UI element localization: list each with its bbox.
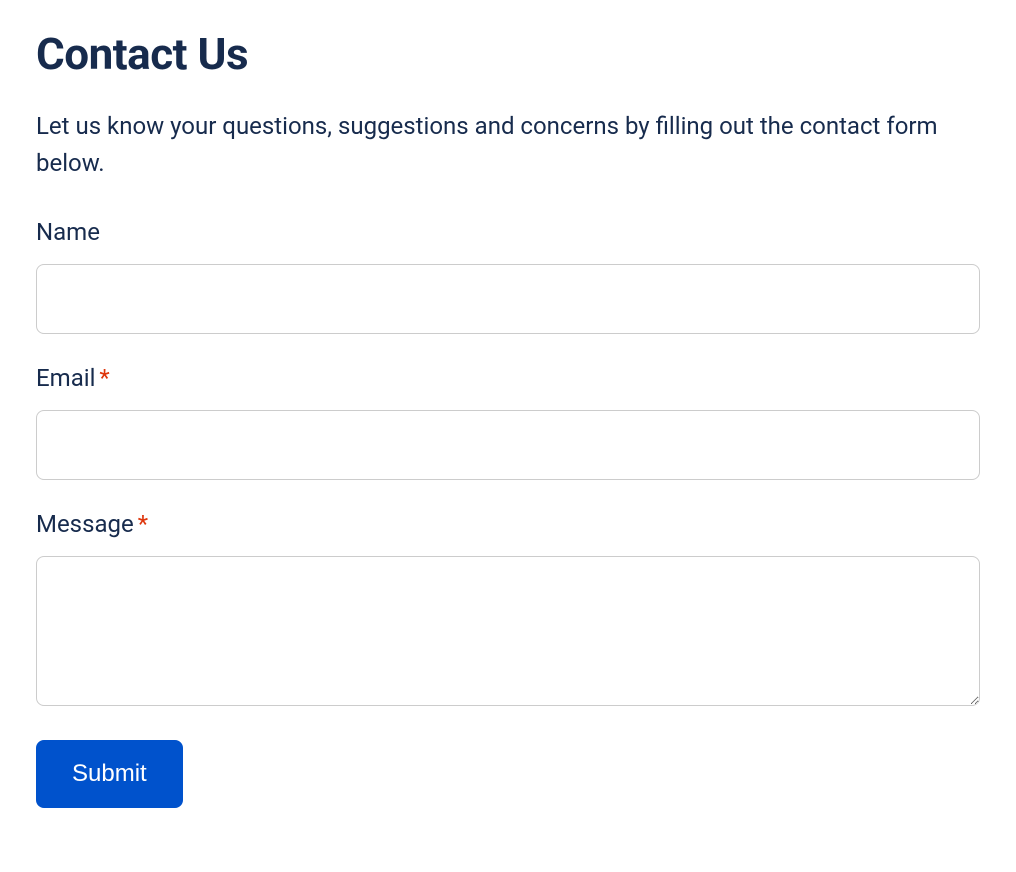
contact-form: Name Email* Message* Submit: [36, 218, 980, 808]
email-input[interactable]: [36, 410, 980, 480]
message-label-text: Message: [36, 510, 134, 538]
name-label: Name: [36, 218, 980, 246]
email-label-text: Email: [36, 364, 95, 392]
required-icon: *: [99, 364, 109, 392]
intro-text: Let us know your questions, suggestions …: [36, 108, 976, 182]
email-label: Email*: [36, 364, 980, 392]
message-input[interactable]: [36, 556, 980, 706]
page-title: Contact Us: [36, 28, 980, 80]
submit-button[interactable]: Submit: [36, 740, 183, 808]
message-field-group: Message*: [36, 510, 980, 710]
message-label: Message*: [36, 510, 980, 538]
name-field-group: Name: [36, 218, 980, 334]
name-label-text: Name: [36, 218, 100, 246]
email-field-group: Email*: [36, 364, 980, 480]
required-icon: *: [138, 510, 148, 538]
name-input[interactable]: [36, 264, 980, 334]
